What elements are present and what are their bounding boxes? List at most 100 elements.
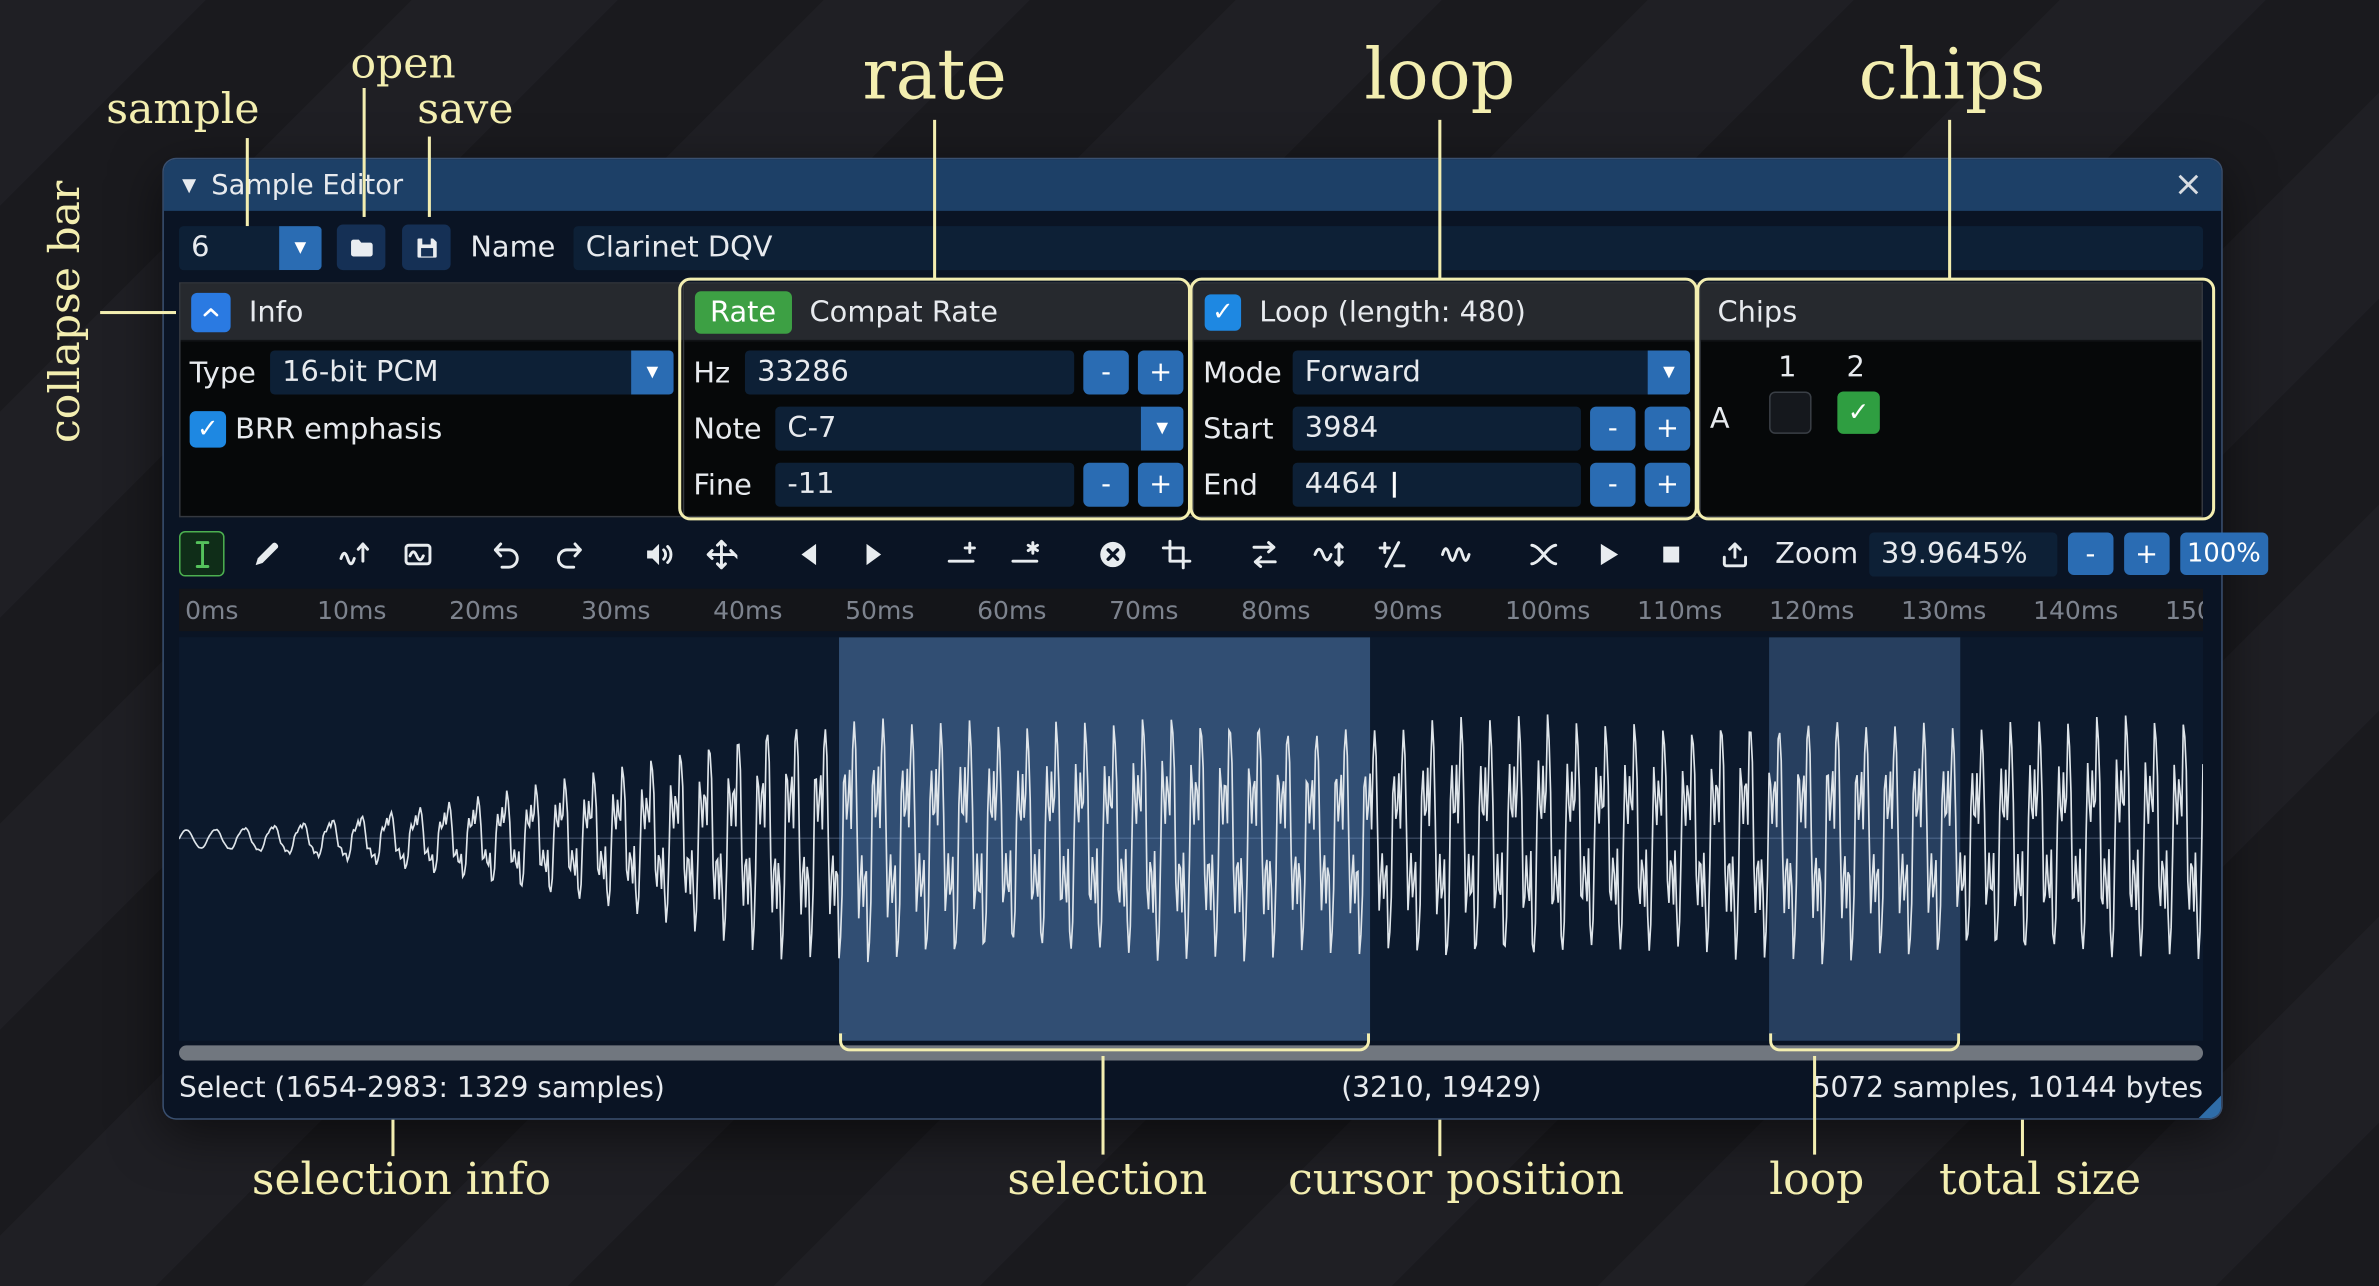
loop-start-row: Start 3984 - + (1203, 407, 1690, 451)
open-button[interactable] (337, 225, 386, 271)
wave-resample-icon (338, 538, 370, 570)
annotation-selection-info-label: selection info (252, 1153, 551, 1205)
speaker-icon (641, 538, 673, 570)
loop-end-plus-button[interactable]: + (1645, 463, 1691, 507)
ruler-tick-label: 60ms (977, 596, 1046, 625)
status-bar: Select (1654-2983: 1329 samples) (3210, … (179, 1068, 2203, 1110)
swap-arrows-icon (1248, 538, 1280, 570)
loop-end-minus-button[interactable]: - (1590, 463, 1636, 507)
triangle-left-icon (793, 538, 825, 570)
ruler-tick-label: 80ms (1241, 596, 1310, 625)
sample-index-value: 6 (179, 225, 222, 269)
note-dropdown[interactable]: C-7 ▼ (775, 407, 1183, 451)
normalize-button[interactable] (698, 531, 744, 577)
loop-start-plus-button[interactable]: + (1645, 407, 1691, 451)
crossfade-button[interactable] (1520, 531, 1566, 577)
annotation-total-size-line (2021, 1120, 2024, 1156)
chevron-down-icon[interactable]: ▼ (279, 225, 321, 269)
waveform-canvas (179, 637, 2203, 1041)
wavetable-icon (401, 538, 433, 570)
rate-mode-button[interactable]: Rate (695, 291, 791, 333)
fade-out-button[interactable] (850, 531, 896, 577)
cross-lines-icon (1527, 538, 1559, 570)
insert-silence-button[interactable] (938, 531, 984, 577)
resize-grip[interactable] (2198, 1095, 2221, 1118)
redo-icon (553, 538, 585, 570)
circle-x-icon (1096, 538, 1128, 570)
zoom-reset-button[interactable]: 100% (2180, 533, 2268, 575)
export-button[interactable] (1711, 531, 1757, 577)
mode-row: Mode Forward ▼ (1203, 350, 1690, 394)
hz-minus-button[interactable]: - (1083, 350, 1129, 394)
name-input[interactable]: Clarinet DQV (574, 225, 2203, 269)
rate-title: Compat Rate (810, 295, 998, 328)
draw-mode-button[interactable] (243, 531, 289, 577)
hz-plus-button[interactable]: + (1138, 350, 1184, 394)
fade-in-button[interactable] (786, 531, 832, 577)
loop-end-input[interactable]: 4464 (1293, 463, 1581, 507)
fine-minus-button[interactable]: - (1083, 463, 1129, 507)
annotation-cursor-position-label: cursor position (1288, 1153, 1624, 1205)
loop-start-minus-button[interactable]: - (1590, 407, 1636, 451)
amplify-button[interactable] (634, 531, 680, 577)
name-label: Name (470, 231, 555, 264)
hz-input[interactable]: 33286 (745, 350, 1074, 394)
filter-button[interactable] (1432, 531, 1478, 577)
resample-button[interactable] (331, 531, 377, 577)
ruler-tick-label: 30ms (581, 596, 650, 625)
chip-2-checkbox[interactable]: ✓ (1837, 391, 1879, 433)
loop-start-input[interactable]: 3984 (1293, 407, 1581, 451)
annotation-selection-info-line (391, 1120, 394, 1156)
window-collapse-icon[interactable]: ▼ (182, 174, 196, 195)
chevron-up-icon (199, 300, 223, 324)
ruler-tick-label: 120ms (1769, 596, 1854, 625)
zoom-input[interactable]: 39.9645% (1869, 532, 2057, 576)
chevron-down-icon[interactable]: ▼ (1648, 350, 1690, 394)
scrollbar-thumb[interactable] (179, 1045, 2203, 1060)
zoom-out-button[interactable]: - (2068, 533, 2114, 575)
chips-panel: Chips 1 2 A ✓ (1701, 284, 2202, 516)
collapse-bar-button[interactable] (191, 292, 230, 331)
selection-info-text: Select (1654-2983: 1329 samples) (179, 1073, 665, 1105)
delete-button[interactable] (1089, 531, 1135, 577)
annotation-rate-label: rate (844, 33, 1026, 115)
type-dropdown[interactable]: 16-bit PCM ▼ (270, 350, 674, 394)
fine-plus-button[interactable]: + (1138, 463, 1184, 507)
fine-input[interactable]: -11 (775, 463, 1074, 507)
title-bar[interactable]: ▼ Sample Editor × (164, 159, 2221, 211)
rate-header: Rate Compat Rate (684, 284, 1192, 342)
create-wavetable-button[interactable] (394, 531, 440, 577)
chevron-down-icon[interactable]: ▼ (631, 350, 673, 394)
apply-silence-button[interactable] (1001, 531, 1047, 577)
preview-stop-button[interactable] (1648, 531, 1694, 577)
invert-button[interactable] (1305, 531, 1351, 577)
ruler-tick-label: 40ms (713, 596, 782, 625)
reverse-button[interactable] (1241, 531, 1287, 577)
annotation-total-size-label: total size (1939, 1153, 2141, 1205)
waveform-area[interactable] (179, 637, 2203, 1041)
close-button[interactable]: × (2174, 168, 2203, 203)
waveform-scrollbar[interactable] (179, 1045, 2203, 1060)
pencil-icon (250, 538, 282, 570)
trim-button[interactable] (1153, 531, 1199, 577)
sample-select[interactable]: 6 ▼ (179, 225, 322, 269)
hz-value: 33286 (745, 350, 861, 394)
plus-minus-icon (1375, 538, 1407, 570)
chevron-down-icon[interactable]: ▼ (1141, 407, 1183, 451)
select-mode-button[interactable] (179, 531, 225, 577)
zoom-cluster: Zoom 39.9645% - + 100% (1775, 532, 2268, 576)
loop-checkbox[interactable]: ✓ (1205, 294, 1241, 330)
loop-mode-dropdown[interactable]: Forward ▼ (1293, 350, 1691, 394)
redo-button[interactable] (546, 531, 592, 577)
sign-convert-button[interactable] (1369, 531, 1415, 577)
chip-1-checkbox[interactable] (1769, 391, 1811, 433)
brr-checkbox[interactable]: ✓ (190, 410, 226, 446)
ruler-tick-label: 10ms (317, 596, 386, 625)
zoom-in-button[interactable]: + (2124, 533, 2170, 575)
preview-play-button[interactable] (1584, 531, 1630, 577)
save-button[interactable] (402, 225, 451, 271)
undo-icon (489, 538, 521, 570)
wave-flip-icon (1312, 538, 1344, 570)
annotation-collapse-bar-label: collapse bar (39, 174, 91, 450)
undo-button[interactable] (482, 531, 528, 577)
